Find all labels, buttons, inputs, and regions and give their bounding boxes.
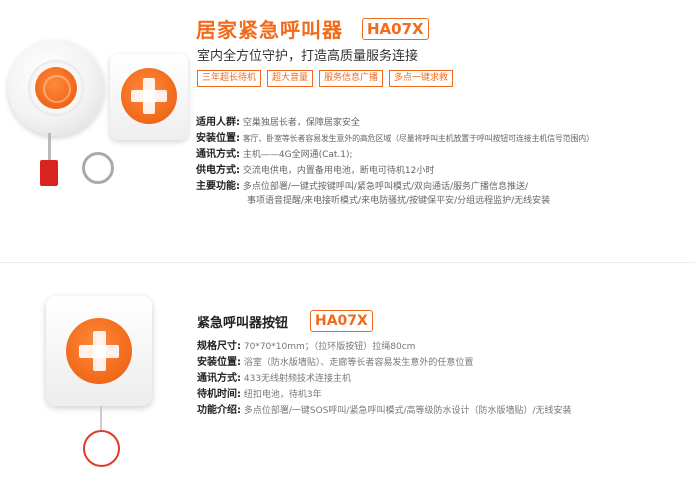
spec-row: 规格尺寸: 70*70*10mm；（拉环版按钮）拉绳80cm [197,341,416,352]
feature-tag: 超大音量 [267,70,314,87]
round-host-device [8,40,104,136]
spec-row: 通讯方式: 433无线射频技术连接主机 [197,373,352,384]
product2-model-badge: HA07X [310,310,373,332]
feature-tags: 三年超长待机 超大音量 服务信息广播 多点一键求救 [197,70,454,87]
spec-row: 功能介绍: 多点位部署/一键SOS呼叫/紧急呼叫模式/高等级防水设计（防水版墙贴… [197,405,572,416]
product1-model-badge: HA07X [362,18,429,40]
spec-row: 通讯方式: 主机——4G全网通(Cat.1); [196,149,353,160]
product1-image [0,30,190,200]
pull-cord [100,406,102,432]
feature-tag: 三年超长待机 [197,70,262,87]
product1-title: 居家紧急呼叫器 [196,18,343,42]
key-ring-icon [82,152,114,184]
pull-cord [48,133,51,163]
feature-tag: 服务信息广播 [319,70,384,87]
product1-subtitle: 室内全方位守护，打造高质量服务连接 [197,49,419,64]
sos-button [66,318,132,384]
spec-row: 待机时间: 纽扣电池，待机3年 [197,389,322,400]
product2-button-device [46,296,152,406]
square-button-device [110,54,188,140]
product2-title: 紧急呼叫器按钮 [197,316,289,331]
section-divider [0,262,695,263]
spec-row: 安装位置: 浴室（防水版墙贴）、走廊等长者容易发生意外的任意位置 [197,357,474,368]
spec-row: 主要功能: 多点位部署/一键式按键呼叫/紧急呼叫模式/双向通话/服务广播信息推送… [196,181,529,192]
pull-ring-icon [83,430,120,467]
spec-row: 安装位置: 客厅、卧室等长者容易发生意外的高危区域（尽量将呼叫主机放置于呼叫按钮… [196,133,594,144]
spec-row: 适用人群: 空巢独居长者，保障居家安全 [196,117,360,128]
red-pull-tag [40,160,58,186]
sos-button [121,68,177,124]
spec-row: 供电方式: 交流电供电，内置备用电池，断电可待机12小时 [196,165,435,176]
feature-tag: 多点一键求救 [389,70,454,87]
spec-row-continued: 事项语音提醒/来电接听模式/来电防骚扰/按键保平安/分组远程监护/无线安装 [247,196,551,206]
